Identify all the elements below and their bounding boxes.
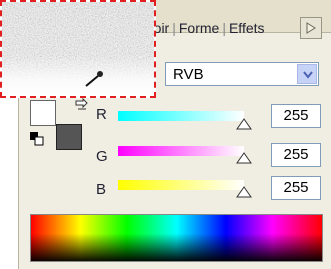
red-slider-thumb[interactable]	[236, 118, 252, 130]
color-mode-dropdown-button[interactable]	[297, 64, 317, 84]
tab-separator: |	[172, 20, 176, 36]
green-value-field[interactable]: 255	[271, 143, 321, 167]
tab-forme[interactable]: Forme	[179, 20, 219, 36]
tab-separator: |	[222, 20, 226, 36]
background-color-swatch[interactable]	[56, 124, 82, 150]
eyedropper-magnifier	[0, 0, 156, 98]
tab-strip: moir|Forme|Effets	[142, 20, 265, 36]
foreground-color-swatch[interactable]	[30, 100, 56, 126]
magnified-texture	[2, 2, 154, 96]
color-mode-value: RVB	[173, 66, 204, 83]
tab-effets[interactable]: Effets	[229, 20, 265, 36]
default-colors-icon[interactable]	[30, 132, 44, 146]
channel-label-b: B	[96, 181, 107, 198]
eyedropper-icon	[97, 71, 103, 77]
chevron-down-icon	[303, 71, 313, 79]
blue-slider-track[interactable]	[118, 180, 244, 190]
blue-slider-thumb[interactable]	[236, 186, 252, 198]
panel-menu-arrow-icon	[306, 22, 316, 34]
green-slider-track[interactable]	[118, 146, 244, 156]
color-mode-select[interactable]: RVB	[165, 62, 319, 86]
channel-label-r: R	[96, 106, 107, 123]
swap-arrow-icon[interactable]	[74, 98, 90, 114]
red-value-field[interactable]: 255	[271, 104, 321, 128]
blue-value-field[interactable]: 255	[271, 176, 321, 200]
red-slider-track[interactable]	[118, 111, 244, 121]
color-spectrum-picker[interactable]	[30, 214, 323, 262]
panel-menu-button[interactable]	[300, 17, 322, 39]
channel-label-g: G	[96, 148, 108, 165]
green-slider-thumb[interactable]	[236, 152, 252, 164]
